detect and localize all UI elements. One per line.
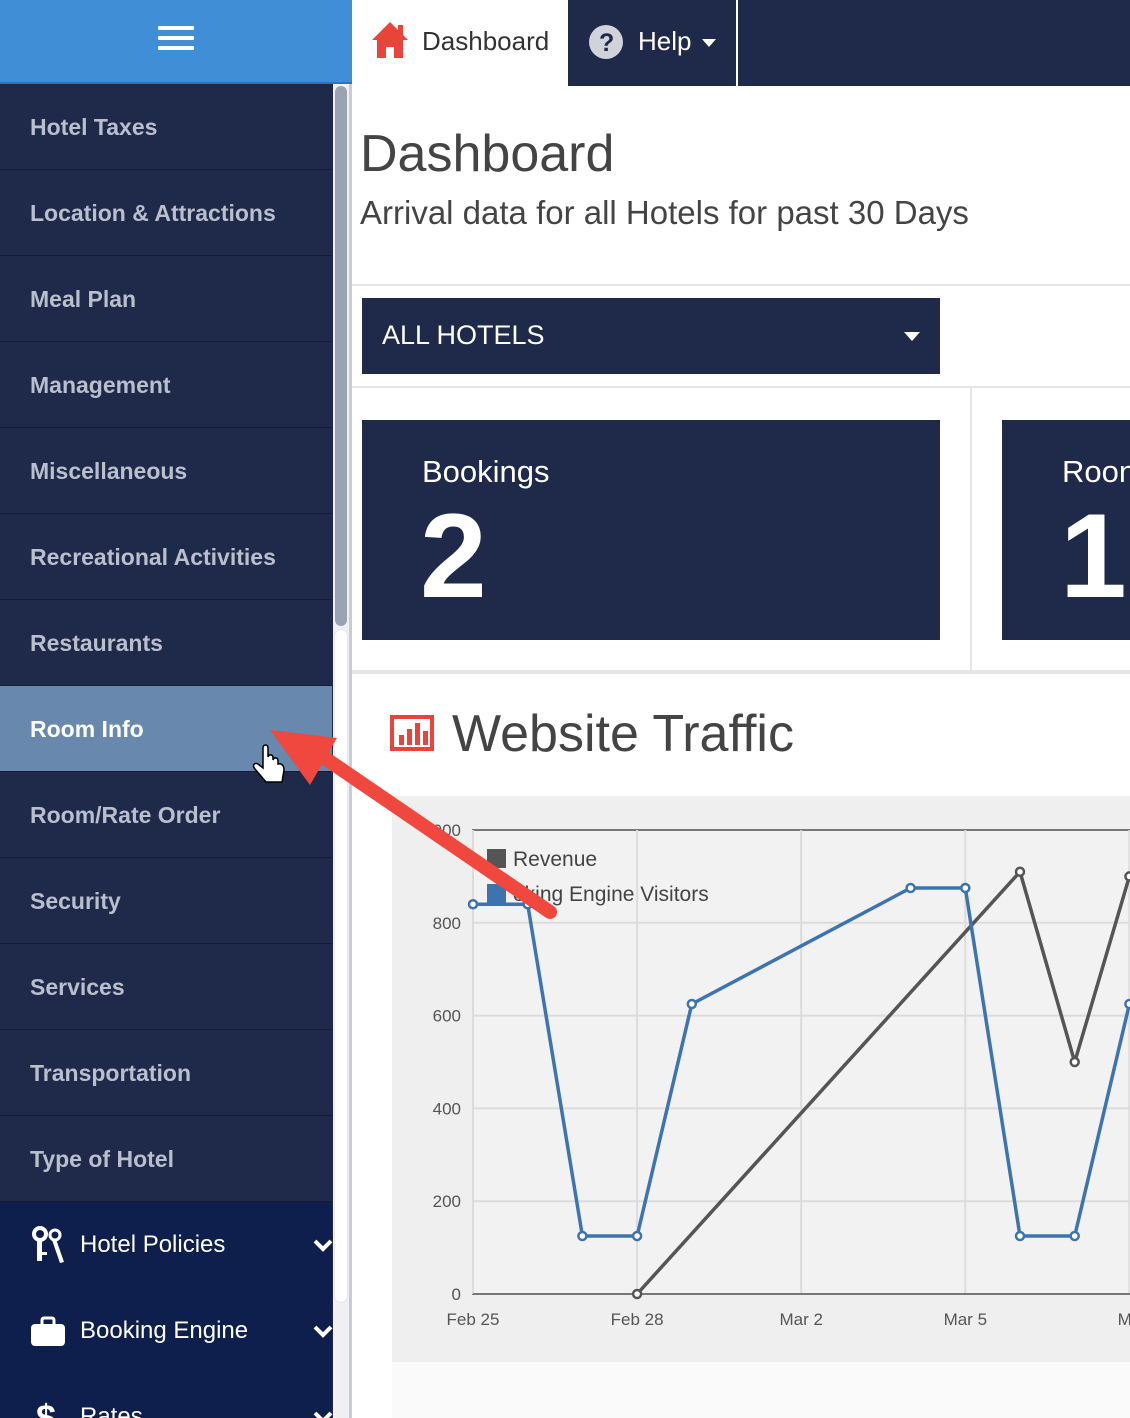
data-point: [905, 882, 916, 894]
sidebar-group-label: Booking Engine: [80, 1317, 249, 1344]
sidebar-item-security[interactable]: Security: [0, 858, 332, 944]
data-point: [1014, 1230, 1026, 1242]
tab-help[interactable]: ? Help: [570, 0, 738, 86]
sidebar-scrollbar-track-upper[interactable]: [335, 86, 347, 626]
divider: [970, 388, 972, 670]
legend-swatch: [487, 849, 506, 868]
divider: [352, 284, 1130, 286]
x-tick-label: Feb 28: [611, 1310, 664, 1329]
hotel-select-dropdown[interactable]: ALL HOTELS: [362, 298, 940, 374]
legend-label: Revenue: [513, 848, 597, 871]
divider: [352, 670, 1130, 674]
sidebar-header: [0, 0, 352, 84]
svg-text:?: ?: [599, 29, 614, 57]
x-tick-label: Feb 25: [447, 1310, 500, 1329]
stat-label: Roon: [1062, 454, 1130, 489]
legend-swatch: [487, 884, 506, 903]
stat-card-bookings: Bookings 2: [362, 420, 940, 640]
chart-footer: [392, 1362, 1130, 1418]
data-point: [1124, 998, 1130, 1010]
page-title: Dashboard: [360, 125, 615, 183]
data-point: [1014, 866, 1026, 878]
stat-value: 1: [1060, 489, 1127, 623]
sidebar-item-management[interactable]: Management: [0, 342, 332, 428]
y-tick-label: 000: [433, 821, 461, 840]
hamburger-menu-icon[interactable]: [158, 26, 194, 52]
sidebar-item-recreational-activities[interactable]: Recreational Activities: [0, 514, 332, 600]
sidebar-item-type-of-hotel[interactable]: Type of Hotel: [0, 1116, 332, 1202]
caret-down-icon: [904, 332, 920, 341]
sidebar-group-hotel-policies[interactable]: Hotel Policies: [0, 1202, 334, 1288]
tab-dashboard[interactable]: Dashboard: [352, 0, 568, 86]
tab-dashboard-label: Dashboard: [422, 26, 550, 56]
tab-help-label: Help: [638, 26, 692, 56]
sidebar-group-rates[interactable]: $ Rates: [0, 1374, 334, 1418]
stat-label: Bookings: [422, 454, 550, 489]
sidebar-item-miscellaneous[interactable]: Miscellaneous: [0, 428, 332, 514]
data-point: [960, 882, 971, 894]
y-tick-label: 400: [433, 1099, 461, 1118]
sidebar-item-transportation[interactable]: Transportation: [0, 1030, 332, 1116]
data-point: [631, 1230, 643, 1242]
data-point: [467, 898, 479, 910]
x-tick-label: Mar 5: [944, 1310, 987, 1329]
bar-chart-icon: [390, 715, 434, 751]
sidebar-scrollbar-thumb[interactable]: [335, 630, 347, 1302]
sidebar-item-restaurants[interactable]: Restaurants: [0, 600, 332, 686]
data-point: [1069, 1056, 1080, 1068]
caret-down-icon: [702, 39, 716, 47]
stat-card-rooms: Roon 1: [1002, 420, 1130, 640]
svg-text:$: $: [36, 1398, 56, 1418]
y-tick-label: 0: [452, 1285, 461, 1304]
chevron-down-icon[interactable]: [312, 1320, 334, 1342]
stat-value: 2: [420, 489, 487, 623]
hotel-select-value: ALL HOTELS: [382, 320, 545, 350]
x-tick-label: Ma: [1118, 1310, 1130, 1329]
divider: [352, 386, 1130, 388]
dollar-icon: $: [36, 1398, 56, 1418]
website-traffic-chart: 0 200 400 600 800 000 Feb 25 Feb 28 Mar 2 Mar 5 Ma…: [433, 821, 1130, 1329]
website-traffic-title: Website Traffic: [452, 705, 794, 763]
legend-label: oking Engine Visitors: [513, 883, 709, 906]
question-circle-icon: ?: [589, 25, 623, 59]
data-point: [1069, 1230, 1080, 1242]
home-icon: [372, 22, 408, 58]
key-icon: [32, 1226, 64, 1263]
sidebar-item-room-rate-order[interactable]: Room/Rate Order: [0, 772, 332, 858]
chevron-down-icon[interactable]: [312, 1234, 334, 1256]
sidebar-item-location-attractions[interactable]: Location & Attractions: [0, 170, 332, 256]
y-tick-label: 600: [433, 1007, 461, 1026]
data-point: [686, 998, 698, 1010]
page-subtitle: Arrival data for all Hotels for past 30 …: [360, 194, 969, 231]
sidebar-item-services[interactable]: Services: [0, 944, 332, 1030]
y-tick-label: 200: [433, 1192, 461, 1211]
data-point: [1124, 871, 1130, 882]
data-point: [577, 1230, 588, 1242]
x-tick-label: Mar 2: [779, 1310, 822, 1329]
sidebar: Hotel Taxes Location & Attractions Meal …: [0, 84, 352, 1418]
sidebar-item-hotel-taxes[interactable]: Hotel Taxes: [0, 84, 332, 170]
sidebar-item-room-info[interactable]: Room Info: [0, 686, 332, 772]
y-tick-label: 800: [433, 914, 461, 933]
sidebar-group-label: Rates: [80, 1403, 143, 1418]
data-point: [631, 1288, 643, 1300]
briefcase-icon: [31, 1316, 65, 1346]
sidebar-group-label: Hotel Policies: [80, 1231, 226, 1258]
sidebar-item-meal-plan[interactable]: Meal Plan: [0, 256, 332, 342]
chevron-down-icon[interactable]: [312, 1406, 334, 1418]
sidebar-group-booking-engine[interactable]: Booking Engine: [0, 1288, 334, 1374]
